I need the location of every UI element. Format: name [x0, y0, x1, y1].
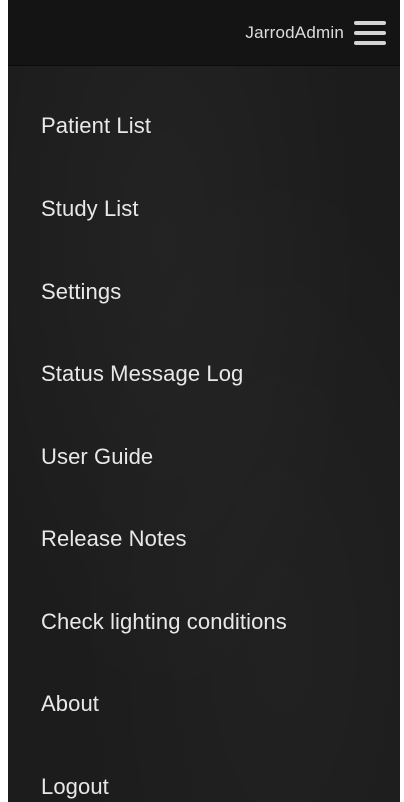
menu-item-about[interactable]: About: [8, 663, 400, 746]
menu-item-user-guide[interactable]: User Guide: [8, 416, 400, 499]
menu-item-check-lighting-conditions[interactable]: Check lighting conditions: [8, 581, 400, 664]
username-label: JarrodAdmin: [245, 22, 344, 42]
hamburger-menu-icon[interactable]: [354, 20, 386, 45]
hamburger-line: [354, 20, 386, 25]
hamburger-line: [354, 30, 386, 35]
hamburger-line: [354, 40, 386, 45]
navigation-menu: Patient List Study List Settings Status …: [8, 84, 400, 802]
menu-item-status-message-log[interactable]: Status Message Log: [8, 333, 400, 416]
side-menu-panel: JarrodAdmin Patient List Study List Sett…: [8, 0, 400, 802]
menu-item-logout[interactable]: Logout: [8, 746, 400, 802]
menu-item-settings[interactable]: Settings: [8, 251, 400, 334]
menu-item-study-list[interactable]: Study List: [8, 168, 400, 251]
menu-header: JarrodAdmin: [8, 0, 400, 66]
menu-item-patient-list[interactable]: Patient List: [8, 84, 400, 168]
app-screen: JarrodAdmin Patient List Study List Sett…: [0, 0, 404, 802]
menu-item-release-notes[interactable]: Release Notes: [8, 498, 400, 581]
